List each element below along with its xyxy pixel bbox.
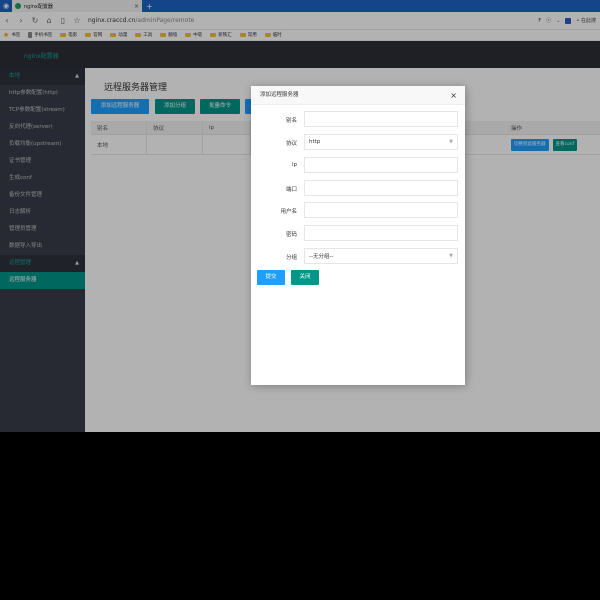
- protocol-selected-value: http: [309, 139, 321, 145]
- group-selected-value: --无分组--: [309, 254, 334, 260]
- dialog-title: 添加远程服务器: [260, 92, 299, 98]
- chevron-down-icon: ▼: [449, 253, 453, 259]
- alias-input[interactable]: [304, 111, 458, 127]
- username-input[interactable]: [304, 202, 458, 218]
- close-icon[interactable]: ×: [450, 86, 457, 105]
- protocol-select[interactable]: http ▼: [304, 134, 458, 150]
- group-select[interactable]: --无分组-- ▼: [304, 248, 458, 264]
- dialog-header: 添加远程服务器 ×: [251, 86, 465, 105]
- screen: ◉ nginx配置器 × + ‹ › ↻ ⌂ ▯ ☆ nginx.craccd.…: [0, 0, 600, 432]
- password-label: 密码: [285, 232, 297, 238]
- group-label: 分组: [285, 255, 297, 261]
- port-label: 端口: [285, 187, 297, 193]
- submit-button[interactable]: 提交: [257, 270, 285, 285]
- port-input[interactable]: [304, 180, 458, 196]
- ip-input[interactable]: [304, 157, 458, 173]
- ip-label: ip: [291, 162, 297, 168]
- protocol-label: 协议: [285, 141, 297, 147]
- add-remote-server-dialog: 添加远程服务器 × 别名 协议 http ▼ ip 端口 用户名 密码 分组 -…: [251, 86, 465, 385]
- alias-label: 别名: [285, 118, 297, 124]
- chevron-down-icon: ▼: [449, 139, 453, 145]
- close-button[interactable]: 关闭: [291, 270, 319, 285]
- password-input[interactable]: [304, 225, 458, 241]
- username-label: 用户名: [280, 209, 297, 215]
